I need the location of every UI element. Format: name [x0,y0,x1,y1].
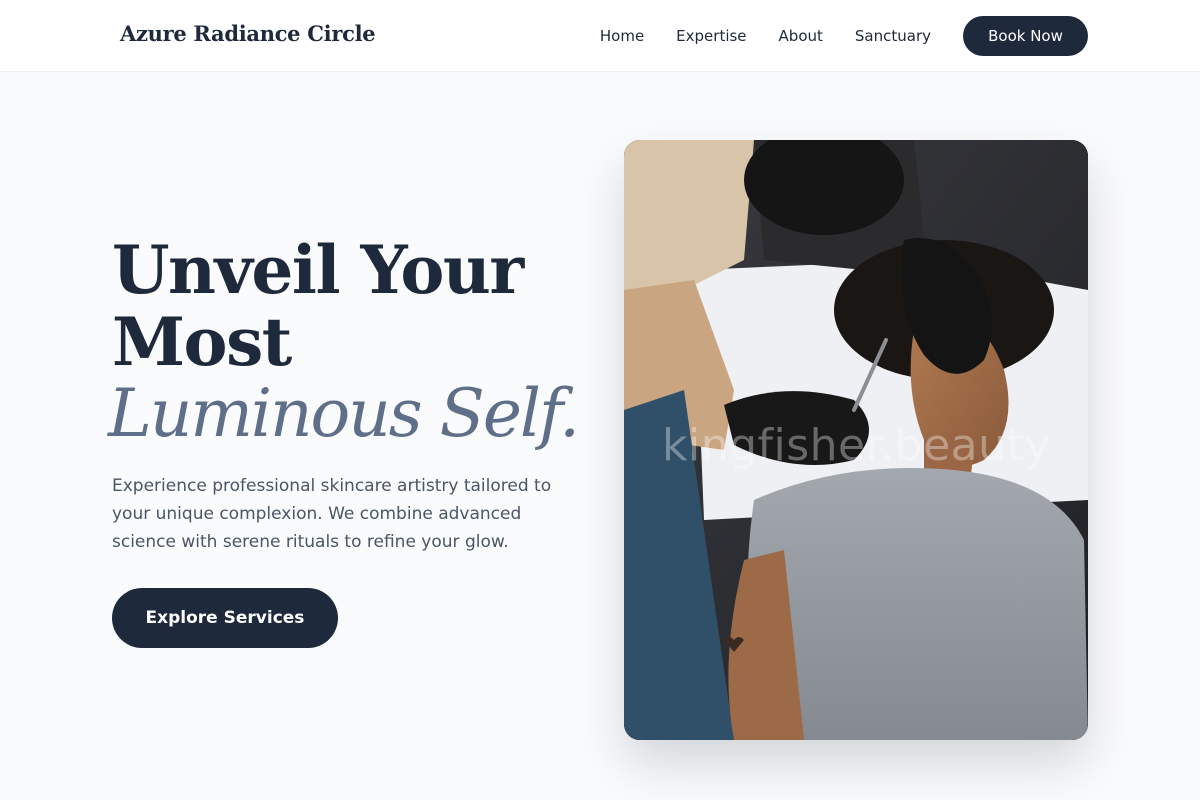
hero-heading-line-2: Most [112,303,292,381]
nav-link-sanctuary[interactable]: Sanctuary [855,27,931,45]
hero-heading-line-1: Unveil Your [112,231,524,309]
site-header: Azure Radiance Circle Home Expertise Abo… [0,0,1200,72]
hero-heading: Unveil Your Most Luminous Self. [108,231,592,450]
nav-link-expertise[interactable]: Expertise [676,27,746,45]
main-nav: Home Expertise About Sanctuary Book Now [600,16,1088,56]
brand-logo[interactable]: Azure Radiance Circle [120,21,376,46]
image-watermark: kingfisher.beauty [662,420,1051,471]
hero-image: kingfisher.beauty [624,140,1088,740]
hero-heading-accent: Luminous Self. [108,375,580,452]
book-now-button[interactable]: Book Now [963,16,1088,56]
explore-services-button[interactable]: Explore Services [112,588,338,648]
nav-link-about[interactable]: About [779,27,823,45]
hero-description: Experience professional skincare artistr… [112,476,552,552]
nav-link-home[interactable]: Home [600,27,644,45]
